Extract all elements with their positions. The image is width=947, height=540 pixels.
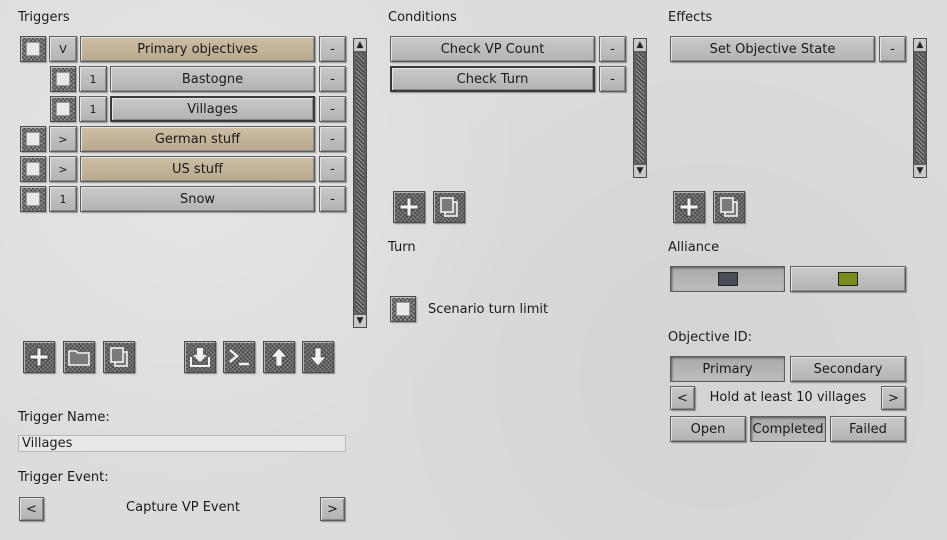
scenario-turn-limit-label: Scenario turn limit — [428, 302, 549, 317]
copy-icon — [440, 197, 458, 217]
scenario-turn-limit-checkbox[interactable] — [390, 296, 416, 322]
remove-trigger-button[interactable]: - — [319, 126, 346, 152]
trigger-item-primary-objectives[interactable]: Primary objectives — [80, 36, 315, 62]
move-down-button[interactable] — [302, 341, 334, 373]
trigger-checkbox[interactable] — [50, 66, 76, 92]
arrow-up-icon — [270, 347, 288, 367]
remove-trigger-button[interactable]: - — [319, 156, 346, 182]
trigger-item-snow[interactable]: Snow — [80, 186, 315, 212]
scroll-up-icon[interactable]: ▲ — [354, 39, 366, 51]
trigger-item-german-stuff[interactable]: German stuff — [80, 126, 315, 152]
alliance-color-swatch — [838, 272, 858, 286]
scroll-up-icon[interactable]: ▲ — [914, 39, 926, 51]
plus-icon — [29, 347, 49, 367]
arrow-down-icon — [309, 347, 327, 367]
trigger-event-value: Capture VP Event — [126, 500, 240, 515]
trigger-checkbox[interactable] — [20, 126, 46, 152]
effects-title: Effects — [668, 10, 713, 25]
console-icon — [229, 349, 249, 366]
plus-icon — [399, 197, 419, 217]
trigger-checkbox[interactable] — [20, 36, 46, 62]
alliance-title: Alliance — [668, 240, 720, 255]
remove-trigger-button[interactable]: - — [319, 66, 346, 92]
trigger-event-label: Trigger Event: — [18, 470, 109, 485]
alliance-option-1[interactable] — [670, 266, 785, 292]
objective-state-failed[interactable]: Failed — [830, 416, 906, 442]
trigger-event-next-button[interactable]: > — [320, 497, 345, 521]
turn-title: Turn — [388, 240, 416, 255]
trigger-tag[interactable]: V — [49, 36, 77, 62]
move-up-button[interactable] — [263, 341, 295, 373]
add-condition-button[interactable] — [393, 191, 425, 223]
trigger-tag[interactable]: 1 — [49, 186, 77, 212]
alliance-color-swatch — [717, 272, 738, 286]
alliance-option-2[interactable] — [790, 266, 906, 292]
objective-id-title: Objective ID: — [668, 330, 752, 345]
copy-condition-button[interactable] — [433, 191, 465, 223]
scroll-down-icon[interactable]: ▼ — [354, 315, 366, 327]
remove-condition-button[interactable]: - — [599, 66, 626, 92]
trigger-checkbox[interactable] — [50, 96, 76, 122]
conditions-scrollbar[interactable]: ▲ ▼ — [633, 38, 647, 178]
trigger-checkbox[interactable] — [20, 186, 46, 212]
objective-state-open[interactable]: Open — [670, 416, 746, 442]
trigger-tag[interactable]: > — [49, 156, 77, 182]
remove-trigger-button[interactable]: - — [319, 96, 346, 122]
triggers-title: Triggers — [18, 10, 70, 25]
add-trigger-button[interactable] — [23, 341, 55, 373]
condition-item-check-vp-count[interactable]: Check VP Count — [390, 36, 595, 62]
remove-trigger-button[interactable]: - — [319, 186, 346, 212]
plus-icon — [679, 197, 699, 217]
download-icon — [190, 348, 210, 367]
trigger-tag[interactable]: 1 — [79, 96, 107, 122]
scroll-down-icon[interactable]: ▼ — [914, 165, 926, 177]
copy-effect-button[interactable] — [713, 191, 745, 223]
triggers-scrollbar[interactable]: ▲ ▼ — [353, 38, 367, 328]
objective-prev-button[interactable]: < — [670, 386, 695, 410]
remove-effect-button[interactable]: - — [879, 36, 906, 62]
trigger-name-label: Trigger Name: — [18, 410, 110, 425]
trigger-item-us-stuff[interactable]: US stuff — [80, 156, 315, 182]
trigger-name-field[interactable]: Villages — [18, 435, 346, 452]
folder-icon — [68, 350, 90, 366]
trigger-item-bastogne[interactable]: Bastogne — [110, 66, 315, 92]
remove-trigger-button[interactable]: - — [319, 36, 346, 62]
objective-next-button[interactable]: > — [881, 386, 906, 410]
condition-item-check-turn[interactable]: Check Turn — [390, 66, 595, 92]
copy-trigger-button[interactable] — [103, 341, 135, 373]
trigger-tag[interactable]: > — [49, 126, 77, 152]
objective-type-secondary[interactable]: Secondary — [790, 356, 906, 382]
import-trigger-button[interactable] — [184, 341, 216, 373]
objective-state-completed[interactable]: Completed — [750, 416, 826, 442]
add-effect-button[interactable] — [673, 191, 705, 223]
copy-icon — [110, 347, 128, 367]
trigger-event-prev-button[interactable]: < — [19, 497, 44, 521]
scroll-up-icon[interactable]: ▲ — [634, 39, 646, 51]
objective-type-primary[interactable]: Primary — [670, 356, 785, 382]
copy-icon — [720, 197, 738, 217]
trigger-checkbox[interactable] — [20, 156, 46, 182]
effects-scrollbar[interactable]: ▲ ▼ — [913, 38, 927, 178]
scroll-down-icon[interactable]: ▼ — [634, 165, 646, 177]
add-folder-button[interactable] — [63, 341, 95, 373]
remove-condition-button[interactable]: - — [599, 36, 626, 62]
conditions-title: Conditions — [388, 10, 457, 25]
trigger-item-villages[interactable]: Villages — [110, 96, 315, 122]
effect-item-set-objective-state[interactable]: Set Objective State — [670, 36, 875, 62]
console-button[interactable] — [223, 341, 255, 373]
trigger-tag[interactable]: 1 — [79, 66, 107, 92]
objective-name: Hold at least 10 villages — [709, 390, 867, 405]
